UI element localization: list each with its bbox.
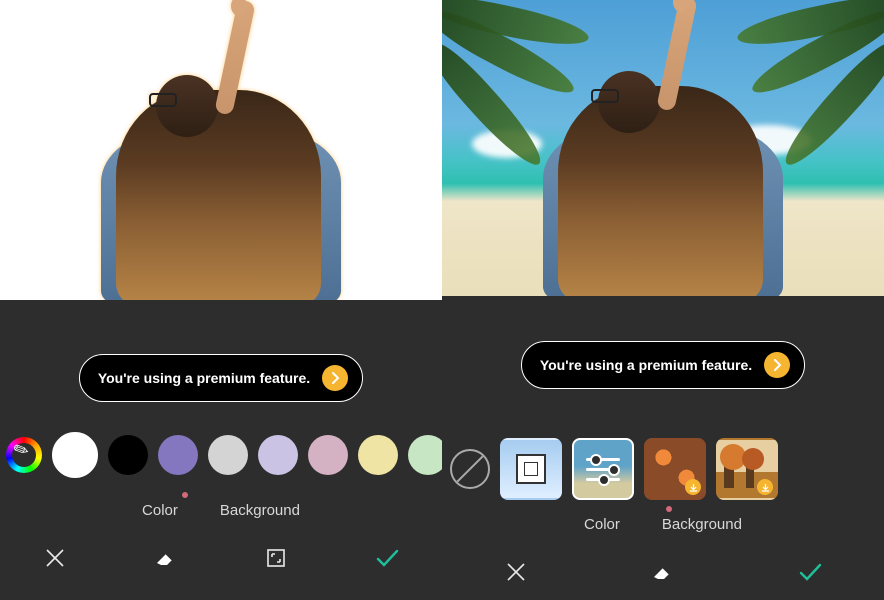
editor-pane-right: You're using a premium feature. <box>442 0 884 600</box>
background-tile-row[interactable] <box>442 434 884 504</box>
close-button[interactable] <box>33 536 77 580</box>
image-preview[interactable] <box>0 0 442 300</box>
tab-background[interactable]: Background <box>662 516 742 533</box>
color-swatch-purple[interactable] <box>158 435 198 475</box>
eraser-button[interactable] <box>641 550 685 594</box>
active-tab-indicator <box>666 506 672 512</box>
confirm-button[interactable] <box>365 536 409 580</box>
color-swatch-pink[interactable] <box>308 435 348 475</box>
tab-color[interactable]: Color <box>584 516 620 533</box>
eraser-icon <box>153 545 179 571</box>
mode-tabs: Color Background <box>442 504 884 544</box>
tab-color[interactable]: Color <box>142 502 178 519</box>
expand-icon <box>265 547 287 569</box>
editor-pane-left: You're using a premium feature. ✎ <box>0 0 442 600</box>
color-swatch-mint[interactable] <box>408 435 442 475</box>
bg-none-button[interactable] <box>450 449 490 489</box>
premium-banner[interactable]: You're using a premium feature. <box>521 341 805 389</box>
bg-tile-photo-library[interactable] <box>500 438 562 500</box>
close-icon <box>43 546 67 570</box>
download-icon <box>757 479 773 495</box>
eraser-button[interactable] <box>144 536 188 580</box>
confirm-button[interactable] <box>788 550 832 594</box>
close-button[interactable] <box>494 550 538 594</box>
bg-tile-autumn-trees[interactable] <box>716 438 778 500</box>
premium-banner-text: You're using a premium feature. <box>98 370 310 386</box>
eraser-icon <box>650 559 676 585</box>
bottom-toolbar <box>0 530 442 586</box>
checkmark-icon <box>373 544 401 572</box>
sliders-icon <box>574 440 632 498</box>
bg-tile-pattern-orange[interactable] <box>644 438 706 500</box>
expand-button[interactable] <box>254 536 298 580</box>
bottom-toolbar <box>442 544 884 600</box>
color-swatch-black[interactable] <box>108 435 148 475</box>
photo-library-icon <box>516 454 546 484</box>
chevron-right-icon <box>322 365 348 391</box>
premium-banner[interactable]: You're using a premium feature. <box>79 354 363 402</box>
checkmark-icon <box>796 558 824 586</box>
chevron-right-icon <box>764 352 790 378</box>
foreground-subject <box>61 0 381 300</box>
foreground-subject <box>503 0 823 296</box>
bg-tile-adjust-beach[interactable] <box>572 438 634 500</box>
color-swatch-yellow[interactable] <box>358 435 398 475</box>
close-icon <box>504 560 528 584</box>
eyedropper-button[interactable]: ✎ <box>6 437 42 473</box>
mode-tabs: Color Background <box>0 490 442 530</box>
color-swatch-gray[interactable] <box>208 435 248 475</box>
none-icon <box>457 456 484 483</box>
download-icon <box>685 479 701 495</box>
active-tab-indicator <box>182 492 188 498</box>
premium-banner-text: You're using a premium feature. <box>540 357 752 373</box>
color-swatch-lavender[interactable] <box>258 435 298 475</box>
tab-background[interactable]: Background <box>220 502 300 519</box>
image-preview[interactable] <box>442 0 884 296</box>
color-swatch-row[interactable]: ✎ <box>0 420 442 490</box>
color-swatch-white[interactable] <box>52 432 98 478</box>
